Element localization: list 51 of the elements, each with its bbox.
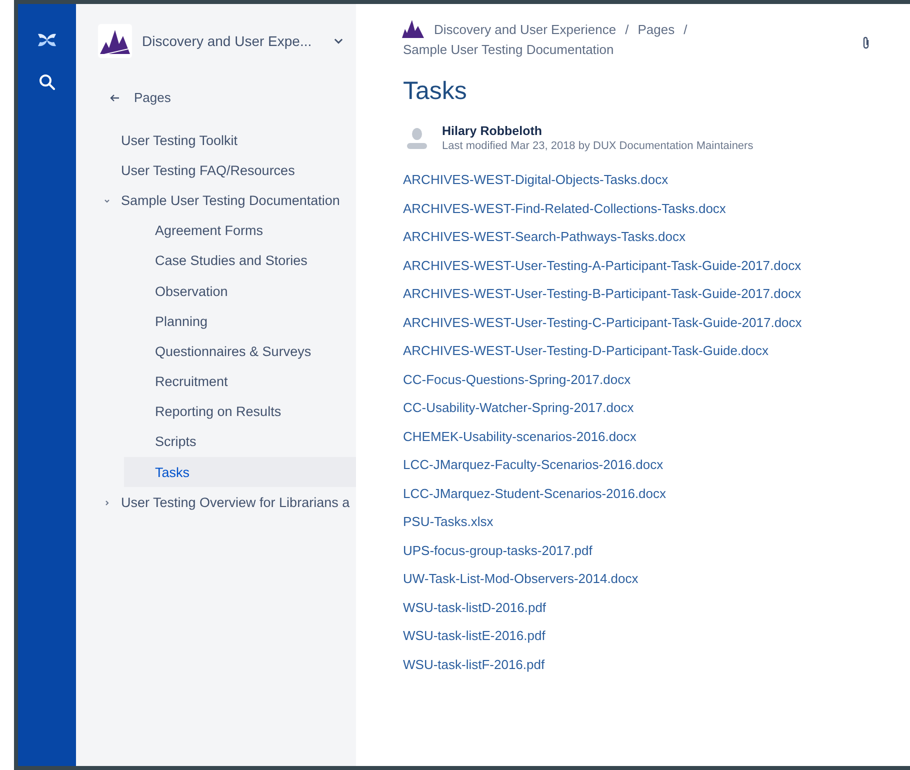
- attachment-link[interactable]: WSU-task-listE-2016.pdf: [403, 622, 910, 650]
- author-name[interactable]: Hilary Robbeloth: [442, 124, 754, 138]
- attachment-link[interactable]: CC-Focus-Questions-Spring-2017.docx: [403, 366, 910, 394]
- tree-item[interactable]: Case Studies and Stories: [155, 253, 308, 268]
- attachment-link[interactable]: UPS-focus-group-tasks-2017.pdf: [403, 536, 910, 565]
- page-title: Tasks: [403, 77, 468, 106]
- attachment-link[interactable]: WSU-task-listD-2016.pdf: [403, 594, 910, 622]
- attachment-link[interactable]: ARCHIVES-WEST-Search-Pathways-Tasks.docx: [403, 223, 910, 252]
- paperclip-icon[interactable]: [862, 36, 870, 50]
- attachment-link[interactable]: PSU-Tasks.xlsx: [403, 508, 910, 536]
- breadcrumb-separator: /: [625, 22, 629, 36]
- attachment-link[interactable]: LCC-JMarquez-Student-Scenarios-2016.docx: [403, 480, 910, 508]
- search-icon[interactable]: [39, 74, 55, 90]
- pages-link[interactable]: Pages: [134, 90, 171, 105]
- attachment-link[interactable]: LCC-JMarquez-Faculty-Scenarios-2016.docx: [403, 451, 910, 480]
- tree-item[interactable]: Sample User Testing Documentation: [121, 192, 340, 208]
- mountain-logo-icon: [98, 24, 132, 58]
- last-modified-text: Last modified Mar 23, 2018 by DUX Documentation Maintainers: [442, 140, 754, 152]
- back-arrow-icon[interactable]: [110, 94, 120, 102]
- attachment-link[interactable]: ARCHIVES-WEST-Find-Related-Collections-Tasks.docx: [403, 194, 910, 223]
- attachment-link[interactable]: UW-Task-List-Mod-Observers-2014.docx: [403, 565, 910, 594]
- caret-right-icon[interactable]: [104, 500, 110, 506]
- attachment-link[interactable]: CC-Usability-Watcher-Spring-2017.docx: [403, 394, 910, 422]
- attachment-link[interactable]: CHEMEK-Usability-scenarios-2016.docx: [403, 422, 910, 451]
- chevron-down-icon[interactable]: [334, 38, 343, 44]
- tree-item[interactable]: Reporting on Results: [155, 404, 282, 420]
- mountain-logo-icon: [401, 19, 425, 39]
- space-name[interactable]: Discovery and User Expe...: [142, 33, 312, 49]
- tree-item[interactable]: Agreement Forms: [155, 223, 264, 238]
- tree-item[interactable]: Planning: [155, 314, 208, 329]
- attachment-link[interactable]: ARCHIVES-WEST-Digital-Objects-Tasks.docx: [403, 166, 910, 194]
- attachment-link[interactable]: ARCHIVES-WEST-User-Testing-C-Participant-Task-Guide-2017.docx: [403, 308, 910, 337]
- breadcrumb-link[interactable]: Pages: [638, 22, 675, 36]
- attachment-link[interactable]: WSU-task-listF-2016.pdf: [403, 650, 910, 679]
- tree-item[interactable]: User Testing Toolkit: [121, 132, 238, 148]
- tree-item[interactable]: Tasks: [155, 464, 190, 480]
- user-avatar-icon: [406, 126, 428, 150]
- breadcrumb-separator: /: [684, 22, 688, 36]
- tree-item[interactable]: User Testing FAQ/Resources: [121, 162, 295, 178]
- caret-down-icon[interactable]: [104, 198, 110, 204]
- logo-icon[interactable]: [37, 32, 57, 48]
- breadcrumb-link[interactable]: Sample User Testing Documentation: [403, 42, 688, 57]
- tree-item[interactable]: Questionnaires & Surveys: [155, 344, 312, 359]
- attachment-link[interactable]: ARCHIVES-WEST-User-Testing-D-Participant-Task-Guide.docx: [403, 337, 910, 366]
- tree-item[interactable]: Recruitment: [155, 374, 228, 390]
- tree-item[interactable]: Scripts: [155, 434, 196, 450]
- attachment-link[interactable]: ARCHIVES-WEST-User-Testing-B-Participant-Task-Guide-2017.docx: [403, 280, 910, 308]
- breadcrumb-link[interactable]: Discovery and User Experience: [434, 22, 616, 36]
- tree-item[interactable]: Observation: [155, 284, 228, 299]
- attachment-link[interactable]: ARCHIVES-WEST-User-Testing-A-Participant-Task-Guide-2017.docx: [403, 252, 910, 280]
- tree-item[interactable]: User Testing Overview for Librarians a: [121, 494, 350, 510]
